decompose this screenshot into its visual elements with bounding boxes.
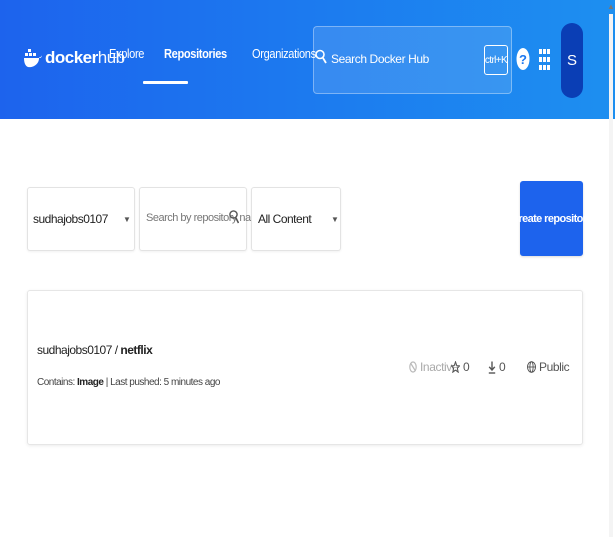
pulls-count: 0 [499,360,506,374]
page-scrollbar[interactable] [609,14,613,537]
stars-count: 0 [463,360,470,374]
chevron-down-icon: ▼ [331,215,339,224]
docker-whale-icon [24,49,42,68]
search-icon [229,210,239,224]
user-avatar[interactable]: S [561,23,583,98]
repository-card[interactable]: sudhajobs0107 / netflix Contains: Image … [27,290,583,445]
download-icon [488,361,496,374]
repository-visibility: Public [527,360,570,374]
repository-pulls: 0 [488,360,506,374]
repository-search-input[interactable]: Search by repository name [139,187,265,251]
globe-icon [527,361,536,373]
content-filter-select[interactable]: All Content ▼ [251,187,341,251]
nav-organizations[interactable]: Organizations [252,46,316,61]
nav-repositories[interactable]: Repositories [164,46,227,61]
create-repository-button[interactable]: Create repository [511,181,593,256]
last-pushed-text: | Last pushed: 5 minutes ago [103,377,221,388]
svg-text:?: ? [519,52,527,67]
contains-value: Image [77,377,104,388]
search-icon [315,49,327,64]
namespace-select-value: sudhajobs0107 [33,212,108,226]
repository-namespace: sudhajobs0107 / [37,343,121,357]
nav-explore[interactable]: Explore [109,46,144,61]
repository-title[interactable]: sudhajobs0107 / netflix [37,343,153,357]
repository-stars: 0 [451,360,470,374]
search-shortcut-badge: ctrl+K [484,45,508,75]
logo-text-bold: docker [45,48,98,67]
active-nav-underline [143,81,188,84]
repository-name: netflix [120,343,153,357]
chevron-down-icon: ▼ [123,215,131,224]
content-filter-value: All Content [258,212,312,226]
help-icon[interactable]: ? [516,47,530,71]
global-search-placeholder: Search Docker Hub [331,52,429,66]
apps-grid-icon[interactable] [539,49,550,70]
scroll-up-arrow-icon[interactable]: ▲ [607,2,615,11]
namespace-select[interactable]: sudhajobs0107 ▼ [27,187,135,251]
inactive-status-icon [409,361,417,373]
repository-meta: Contains: Image | Last pushed: 5 minutes… [37,377,220,388]
visibility-text: Public [539,360,570,374]
main-nav: Explore Repositories Organizations [109,46,327,61]
repository-search-placeholder: Search by repository name [146,212,265,224]
top-navbar: dockerhub Explore Repositories Organizat… [0,0,615,119]
star-icon [451,361,460,373]
contains-label: Contains: [37,377,78,388]
